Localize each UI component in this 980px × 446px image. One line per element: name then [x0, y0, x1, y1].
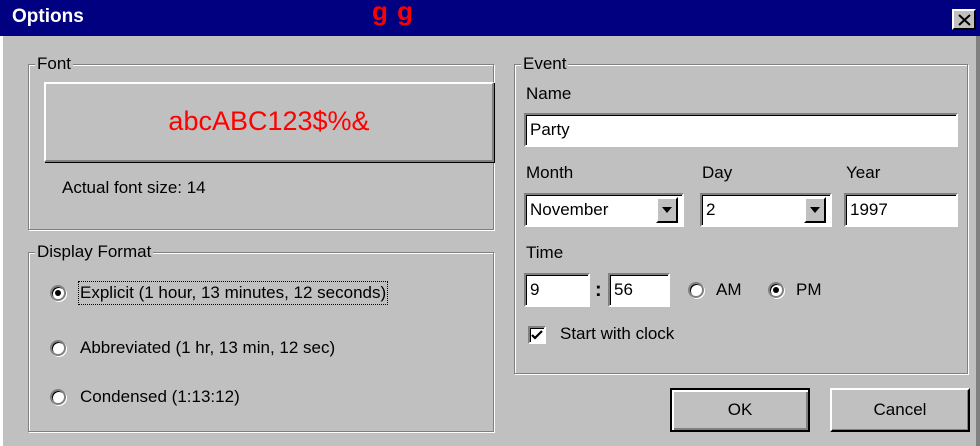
radio-am[interactable] [688, 282, 704, 298]
day-dropdown-button[interactable] [804, 197, 826, 223]
event-group-label: Event [521, 54, 569, 74]
radio-condensed-label[interactable]: Condensed (1:13:12) [80, 387, 240, 407]
minute-input[interactable]: 56 [608, 273, 670, 307]
title-decoration: g g [372, 0, 414, 26]
radio-abbreviated[interactable] [50, 340, 66, 356]
time-label: Time [526, 243, 564, 262]
radio-explicit[interactable] [50, 285, 66, 301]
start-with-clock-checkbox[interactable] [528, 326, 546, 344]
month-dropdown[interactable]: November [524, 193, 684, 227]
month-value: November [530, 200, 609, 219]
radio-condensed[interactable] [50, 389, 66, 405]
name-input[interactable]: Party [524, 113, 958, 147]
month-dropdown-button[interactable] [656, 197, 678, 223]
day-label: Day [702, 163, 733, 182]
chevron-down-icon [810, 207, 820, 213]
name-label: Name [526, 84, 572, 103]
ok-button[interactable]: OK [670, 388, 810, 432]
hour-input[interactable]: 9 [524, 273, 590, 307]
pm-label[interactable]: PM [796, 280, 822, 300]
year-label: Year [846, 163, 881, 182]
radio-selected-dot [55, 290, 61, 296]
actual-font-size-label: Actual font size: 14 [62, 178, 206, 197]
radio-abbreviated-label[interactable]: Abbreviated (1 hr, 13 min, 12 sec) [80, 338, 335, 358]
close-button[interactable] [952, 9, 976, 30]
close-icon [958, 14, 971, 26]
title-bar: Options g g [0, 0, 980, 36]
display-format-group-label: Display Format [35, 242, 154, 262]
radio-explicit-label[interactable]: Explicit (1 hour, 13 minutes, 12 seconds… [77, 281, 389, 305]
start-with-clock-label[interactable]: Start with clock [560, 324, 674, 344]
day-value: 2 [706, 200, 716, 219]
radio-selected-dot [773, 287, 779, 293]
time-separator: : [595, 279, 602, 301]
cancel-button[interactable]: Cancel [830, 388, 970, 432]
checkmark-icon [531, 330, 543, 340]
month-label: Month [526, 163, 574, 182]
year-input[interactable]: 1997 [844, 193, 958, 227]
chevron-down-icon [662, 207, 672, 213]
font-group-label: Font [35, 54, 74, 74]
am-label[interactable]: AM [716, 280, 742, 300]
window-title: Options [12, 6, 84, 27]
window-frame-right [976, 36, 980, 446]
radio-pm[interactable] [768, 282, 784, 298]
font-preview-button[interactable]: abcABC123$%& [44, 82, 494, 162]
day-dropdown[interactable]: 2 [700, 193, 832, 227]
window-frame-left [0, 36, 3, 446]
